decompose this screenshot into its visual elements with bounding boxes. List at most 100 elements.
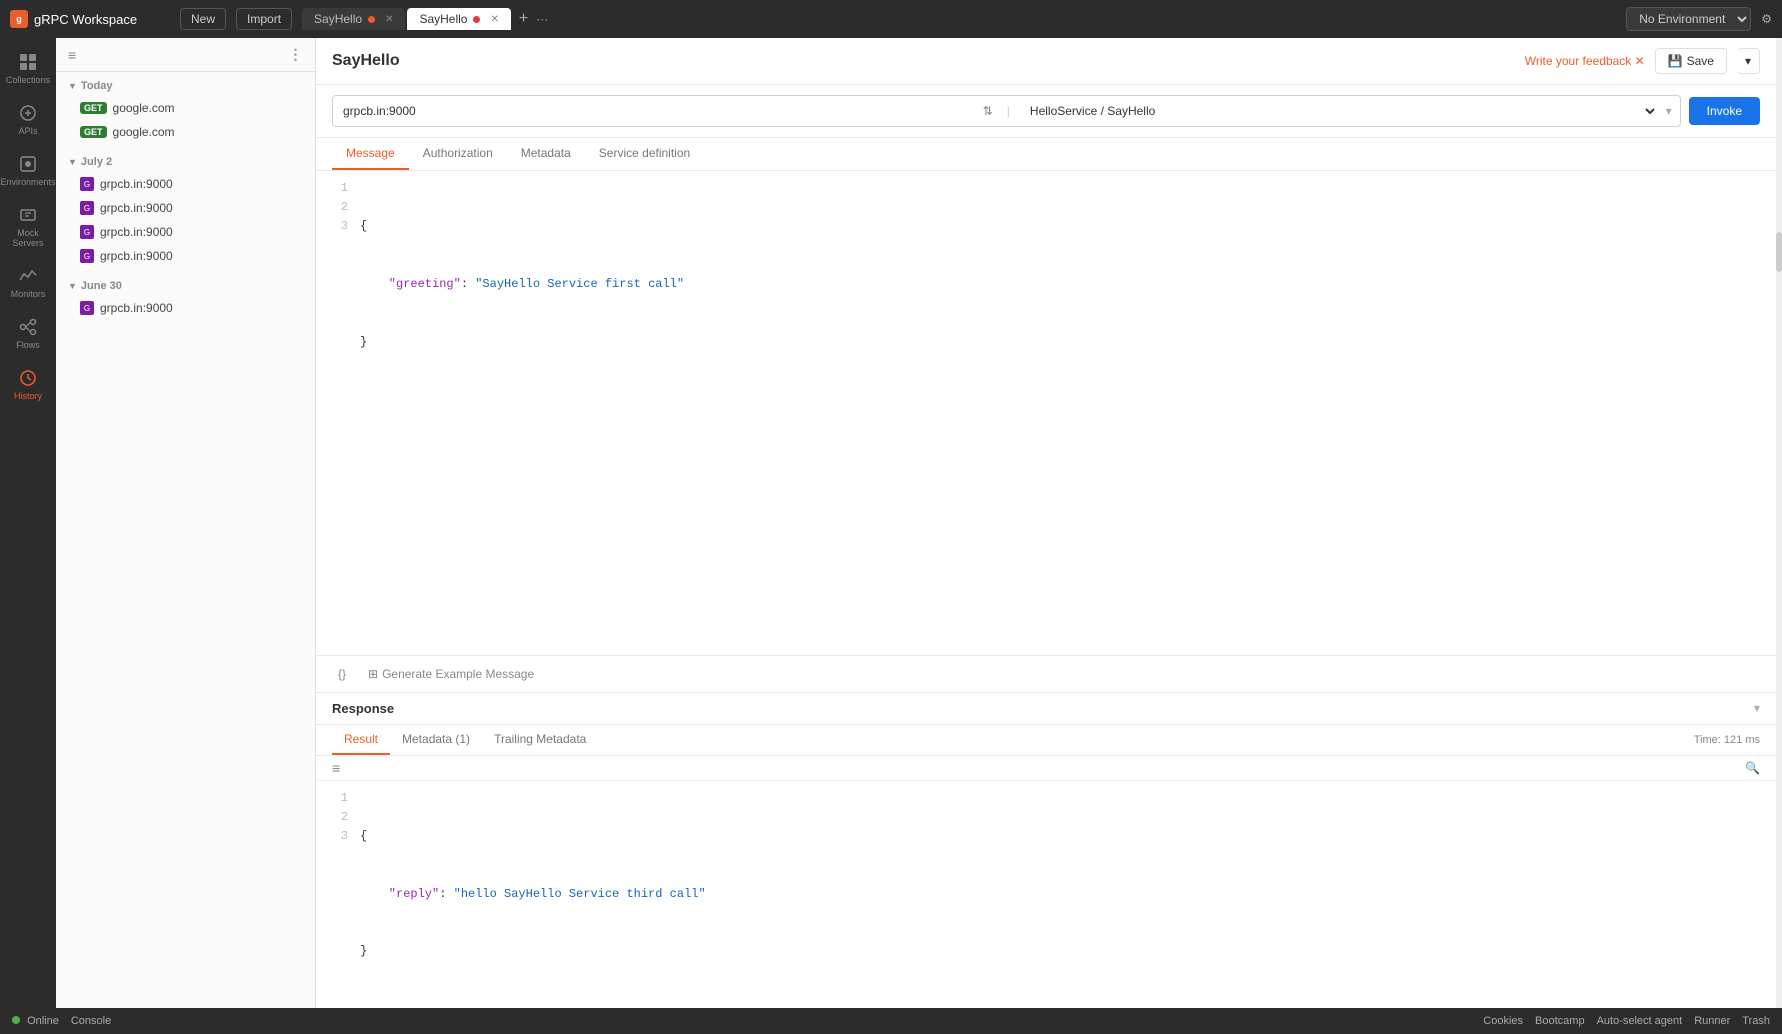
monitors-icon — [18, 266, 38, 286]
response-tab-metadata[interactable]: Metadata (1) — [390, 725, 482, 755]
response-code: { "reply": "hello SayHello Service third… — [360, 789, 1760, 1000]
sidebar-item-grpc-1[interactable]: G grpcb.in:9000 — [56, 172, 315, 196]
sidebar-panel-header-icons: ≡ — [68, 47, 77, 63]
tab-close-1[interactable]: ✕ — [385, 14, 393, 25]
tab-sayhello-1[interactable]: SayHello ✕ — [302, 8, 405, 30]
import-button[interactable]: Import — [236, 8, 292, 30]
service-dropdown-icon[interactable]: ▾ — [1658, 104, 1680, 118]
response-title: Response — [332, 701, 394, 716]
online-label: Online — [27, 1015, 59, 1027]
sidebar-item-monitors[interactable]: Monitors — [0, 258, 56, 307]
time-value: 121 ms — [1724, 734, 1760, 746]
resp-code-line-3: } — [360, 942, 1760, 961]
auto-agent-button[interactable]: Auto-select agent — [1597, 1015, 1683, 1027]
sidebar-group-today: ▼ Today GET google.com GET google.com — [56, 72, 315, 148]
badge-grpc-2: G — [80, 201, 94, 215]
resp-code-line-1: { — [360, 827, 1760, 846]
badge-grpc-1: G — [80, 177, 94, 191]
sidebar-item-grpc-3[interactable]: G grpcb.in:9000 — [56, 220, 315, 244]
response-collapse-icon[interactable]: ▾ — [1754, 701, 1760, 715]
badge-grpc-3: G — [80, 225, 94, 239]
right-scroll-bar[interactable] — [1776, 38, 1782, 1008]
message-tabs: Message Authorization Metadata Service d… — [316, 138, 1776, 171]
more-icon[interactable]: ⋮ — [289, 46, 304, 63]
editor-lines: 1 2 3 { "greeting": "SayHello Service fi… — [332, 179, 1760, 390]
code-line-1: { — [360, 217, 1760, 236]
badge-get-1: GET — [80, 102, 107, 114]
sidebar-item-grpc-2[interactable]: G grpcb.in:9000 — [56, 196, 315, 220]
sidebar-group-header-june30[interactable]: ▼ June 30 — [56, 276, 315, 296]
runner-button[interactable]: Runner — [1694, 1015, 1730, 1027]
braces-button[interactable]: {} — [332, 664, 352, 684]
online-status: Online — [12, 1015, 59, 1027]
sidebar-item-google-2[interactable]: GET google.com — [56, 120, 315, 144]
tab-close-2[interactable]: ✕ — [490, 14, 498, 25]
sidebar-item-apis[interactable]: APIs — [0, 95, 56, 144]
tab-message[interactable]: Message — [332, 138, 409, 170]
content-header: SayHello Write your feedback ✕ 💾 Save ▾ — [316, 38, 1776, 85]
sidebar-item-collections[interactable]: Collections — [0, 44, 56, 93]
more-tabs-button[interactable]: ··· — [536, 12, 548, 26]
filter-icon[interactable]: ≡ — [68, 47, 77, 63]
environment-select[interactable]: No Environment — [1626, 7, 1751, 31]
badge-grpc-4: G — [80, 249, 94, 263]
code-line-3: } — [360, 333, 1760, 352]
tab-service-definition[interactable]: Service definition — [585, 138, 704, 170]
july2-label: July 2 — [81, 156, 112, 168]
response-tab-trailing[interactable]: Trailing Metadata — [482, 725, 598, 755]
service-select[interactable]: HelloService / SayHello — [1016, 96, 1658, 126]
line-num-1: 1 — [332, 179, 348, 198]
cookies-button[interactable]: Cookies — [1483, 1015, 1523, 1027]
sidebar-group-header-today[interactable]: ▼ Today — [56, 76, 315, 96]
add-tab-button[interactable]: + — [513, 10, 534, 28]
settings-icon[interactable]: ⚙ — [1761, 12, 1772, 26]
sidebar-item-grpc-june30[interactable]: G grpcb.in:9000 — [56, 296, 315, 320]
sidebar-item-flows[interactable]: Flows — [0, 309, 56, 358]
new-button[interactable]: New — [180, 8, 226, 30]
content-area: SayHello Write your feedback ✕ 💾 Save ▾ … — [316, 38, 1776, 1008]
response-tab-result[interactable]: Result — [332, 725, 390, 755]
sidebar-item-environments[interactable]: Environments — [0, 146, 56, 195]
line-num-3: 3 — [332, 217, 348, 236]
mock-servers-label: Mock Servers — [4, 228, 52, 248]
sidebar-item-mock-servers[interactable]: Mock Servers — [0, 197, 56, 256]
sidebar-panel-header: ≡ ⋮ — [56, 38, 315, 72]
save-icon: 💾 — [1668, 54, 1683, 68]
apis-icon — [18, 103, 38, 123]
page-title: SayHello — [332, 52, 400, 70]
save-button[interactable]: 💾 Save — [1655, 48, 1727, 74]
grpc-item-4: grpcb.in:9000 — [100, 249, 173, 263]
response-search-button[interactable]: 🔍 — [1745, 761, 1760, 775]
response-header: Response ▾ — [316, 693, 1776, 725]
tab-authorization[interactable]: Authorization — [409, 138, 507, 170]
badge-grpc-june30: G — [80, 301, 94, 315]
sidebar-panel-more-icon: ⋮ — [289, 46, 304, 63]
url-input-wrapper: ⇅ | HelloService / SayHello ▾ — [332, 95, 1681, 127]
item-text-1: google.com — [113, 101, 175, 115]
console-button[interactable]: Console — [71, 1015, 111, 1027]
resp-code-line-2: "reply": "hello SayHello Service third c… — [360, 885, 1760, 904]
history-icon — [18, 368, 38, 388]
sidebar-group-header-july2[interactable]: ▼ July 2 — [56, 152, 315, 172]
chevron-today: ▼ — [68, 81, 77, 91]
generate-example-button[interactable]: ⊞ Generate Example Message — [362, 664, 540, 684]
save-dropdown-button[interactable]: ▾ — [1737, 48, 1760, 74]
sidebar-item-history[interactable]: History — [0, 360, 56, 409]
sidebar-panel: ≡ ⋮ ▼ Today GET google.com GET google.co… — [56, 38, 316, 1008]
sidebar-item-grpc-4[interactable]: G grpcb.in:9000 — [56, 244, 315, 268]
feedback-link[interactable]: Write your feedback ✕ — [1525, 54, 1645, 68]
tab-sayhello-2[interactable]: SayHello ✕ — [407, 8, 510, 30]
sidebar-item-google-1[interactable]: GET google.com — [56, 96, 315, 120]
tab-label-1: SayHello — [314, 12, 362, 26]
bootcamp-button[interactable]: Bootcamp — [1535, 1015, 1585, 1027]
resp-line-num-2: 2 — [332, 808, 348, 827]
invoke-button[interactable]: Invoke — [1689, 97, 1760, 125]
history-label: History — [14, 391, 42, 401]
sidebar-icons: Collections APIs Environments Mock Serve… — [0, 38, 56, 1008]
tab-dot-2 — [473, 16, 480, 23]
trash-button[interactable]: Trash — [1742, 1015, 1770, 1027]
code-editor[interactable]: { "greeting": "SayHello Service first ca… — [360, 179, 1760, 390]
tab-metadata[interactable]: Metadata — [507, 138, 585, 170]
response-filter-button[interactable]: ≡ — [332, 760, 340, 776]
url-input[interactable] — [333, 97, 975, 125]
